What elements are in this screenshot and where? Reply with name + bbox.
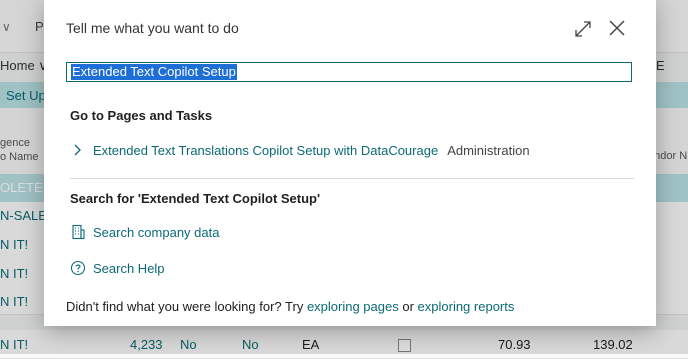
- result-item[interactable]: Extended Text Translations Copilot Setup…: [70, 142, 530, 158]
- result-link[interactable]: Extended Text Translations Copilot Setup…: [93, 143, 438, 158]
- pages-tasks-heading: Go to Pages and Tasks: [70, 108, 213, 123]
- search-help-link[interactable]: Search Help: [93, 261, 165, 276]
- dialog-title: Tell me what you want to do: [66, 20, 239, 36]
- footer-prefix: Didn't find what you were looking for? T…: [66, 299, 307, 314]
- search-company-link[interactable]: Search company data: [93, 225, 219, 240]
- footer-middle: or: [398, 299, 418, 314]
- building-icon: [72, 224, 85, 240]
- search-input[interactable]: Extended Text Copilot Setup: [66, 62, 632, 82]
- expand-icon[interactable]: [574, 20, 592, 38]
- chevron-right-icon: [74, 144, 81, 156]
- search-company-data[interactable]: Search company data: [70, 224, 219, 240]
- close-icon[interactable]: [607, 18, 627, 38]
- result-category: Administration: [447, 142, 530, 158]
- search-help[interactable]: Search Help: [70, 260, 165, 276]
- help-circle-icon: [70, 260, 86, 276]
- exploring-reports-link[interactable]: exploring reports: [418, 299, 515, 314]
- section-divider: [70, 178, 634, 179]
- footer-text: Didn't find what you were looking for? T…: [66, 299, 514, 314]
- search-input-value: Extended Text Copilot Setup: [71, 64, 237, 80]
- search-heading: Search for 'Extended Text Copilot Setup': [70, 191, 321, 206]
- tell-me-dialog: Tell me what you want to do Extended Tex…: [44, 0, 656, 326]
- exploring-pages-link[interactable]: exploring pages: [307, 299, 399, 314]
